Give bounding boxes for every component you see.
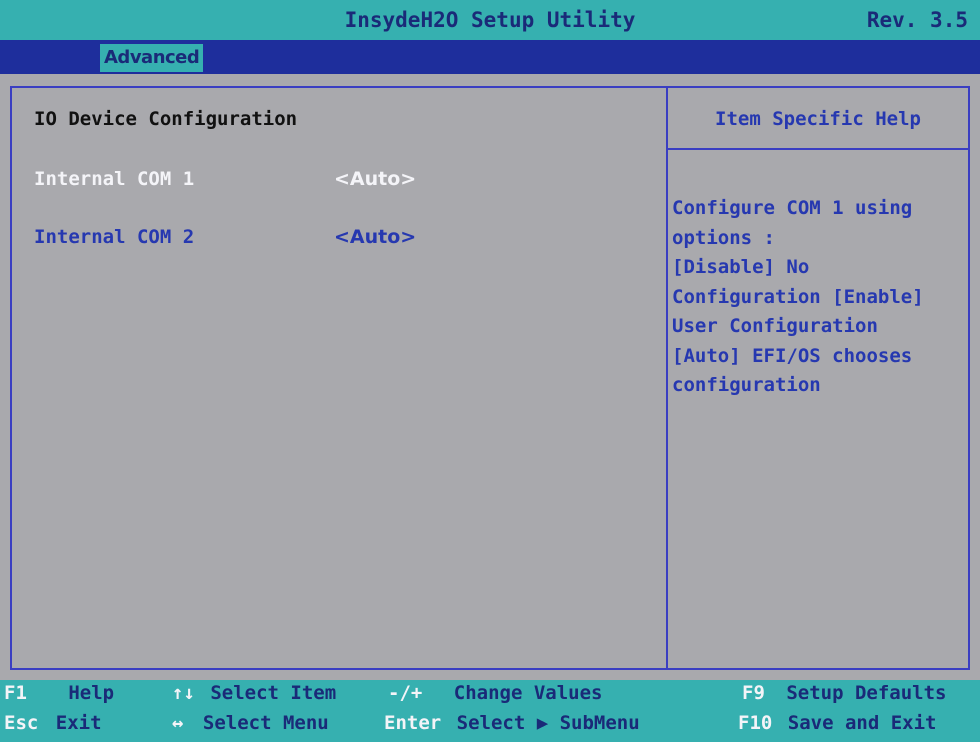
help-line: User Configuration	[672, 315, 878, 337]
key-desc: Change Values	[453, 682, 603, 704]
panel-divider	[666, 88, 668, 668]
version-label: Rev. 3.5	[866, 8, 968, 32]
key-label: Esc	[4, 712, 39, 734]
main-panel: IO Device Configuration Internal COM 1 <…	[10, 86, 970, 670]
menu-bar: Advanced	[0, 40, 980, 74]
help-line: [Auto] EFI/OS chooses	[672, 344, 913, 367]
key-setup-defaults: F9 Setup Defaults	[742, 682, 947, 704]
key-help: F1 Help	[4, 682, 114, 704]
key-desc: Select Menu	[202, 712, 329, 734]
key-desc: Save and Exit	[787, 712, 937, 734]
key-exit: Esc Exit	[4, 712, 102, 734]
help-line: options :	[672, 226, 775, 249]
title-bar: InsydeH2O Setup Utility Rev. 3.5	[0, 0, 980, 40]
help-line: Configure COM 1 using	[672, 197, 913, 219]
key-desc: Setup Defaults	[786, 682, 947, 704]
help-line: [Disable] No	[672, 256, 810, 278]
menu-separator	[0, 74, 980, 80]
key-select-menu: ↔ Select Menu	[172, 712, 329, 734]
key-label: F10	[738, 712, 773, 734]
help-title: Item Specific Help	[715, 108, 921, 130]
app-title: InsydeH2O Setup Utility	[344, 8, 636, 32]
key-legend-row: F1 Help ↑↓ Select Item -/+ Change Values…	[0, 682, 980, 710]
key-label: F9	[742, 682, 765, 704]
setting-value[interactable]: <Auto>	[334, 226, 416, 248]
help-line: Configuration [Enable]	[672, 285, 924, 308]
up-down-arrows-icon: ↑↓	[172, 682, 195, 704]
key-save-exit: F10 Save and Exit	[738, 712, 937, 734]
key-legend: F1 Help ↑↓ Select Item -/+ Change Values…	[0, 680, 980, 742]
help-line: configuration	[672, 374, 821, 396]
key-legend-row: Esc Exit ↔ Select Menu Enter Select ▶ Su…	[0, 712, 980, 740]
key-change-values: -/+ Change Values	[388, 682, 603, 704]
help-text: Configure COM 1 using options : [Disable…	[672, 194, 962, 401]
key-select-item: ↑↓ Select Item	[172, 682, 336, 704]
key-desc: Help	[68, 682, 115, 704]
key-submenu: Enter Select ▶ SubMenu	[384, 712, 640, 734]
setting-value[interactable]: <Auto>	[334, 168, 416, 190]
help-divider	[668, 148, 968, 150]
setting-label: Internal COM 2	[34, 226, 195, 248]
section-title: IO Device Configuration	[34, 108, 298, 130]
key-label: Enter	[384, 712, 442, 734]
tab-advanced[interactable]: Advanced	[100, 44, 204, 72]
key-desc: Select Item	[210, 682, 337, 704]
key-desc: Exit	[55, 712, 102, 734]
key-label: F1	[4, 682, 27, 704]
key-desc: Select ▶ SubMenu	[456, 712, 640, 734]
left-right-arrows-icon: ↔	[172, 712, 184, 734]
key-label: -/+	[388, 682, 423, 704]
setting-label: Internal COM 1	[34, 168, 195, 190]
